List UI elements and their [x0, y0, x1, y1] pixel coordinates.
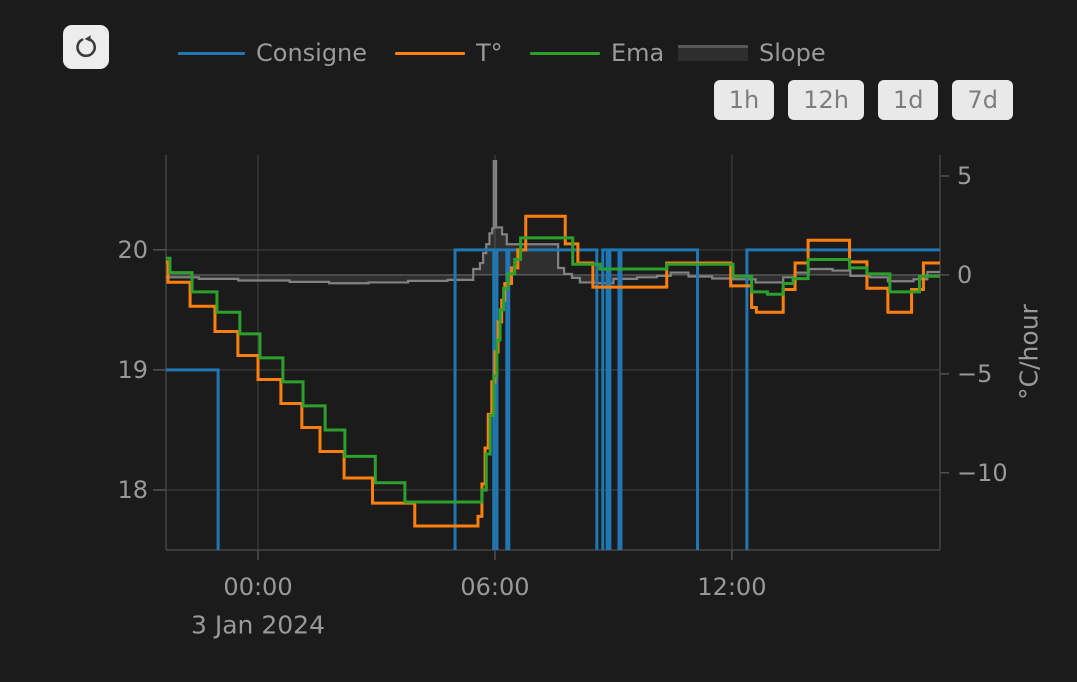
svg-text:12:00: 12:00	[697, 573, 766, 601]
legend: Consigne T° Ema Slope	[0, 38, 1077, 68]
legend-label: Consigne	[256, 39, 367, 67]
slope-area-swatch	[678, 45, 748, 61]
temperature-line-swatch	[395, 52, 465, 55]
svg-text:−10: −10	[957, 459, 1008, 487]
range-button-7d[interactable]: 7d	[952, 80, 1013, 120]
range-button-12h[interactable]: 12h	[788, 80, 864, 120]
time-range-selector: 1h 12h 1d 7d	[714, 80, 1013, 120]
consigne-line-swatch	[178, 52, 245, 55]
svg-text:06:00: 06:00	[460, 573, 529, 601]
ema-line-swatch	[530, 52, 600, 55]
svg-text:20: 20	[117, 236, 148, 264]
svg-text:−5: −5	[957, 360, 992, 388]
legend-label: Slope	[759, 39, 826, 67]
svg-text:3 Jan 2024: 3 Jan 2024	[191, 611, 325, 640]
svg-text:5: 5	[957, 162, 972, 190]
legend-label: Ema	[611, 39, 664, 67]
legend-item-ema[interactable]: Ema	[530, 38, 664, 68]
range-button-1d[interactable]: 1d	[878, 80, 939, 120]
legend-label: T°	[476, 39, 503, 67]
svg-text:°C/hour: °C/hour	[1015, 303, 1044, 399]
thermostat-chart-page: 00:00 06:00 12:00 20 19 18 5 0 −5 −10 3 Jan 2024 °C…	[0, 0, 1077, 682]
svg-text:00:00: 00:00	[223, 573, 292, 601]
legend-item-temperature[interactable]: T°	[395, 38, 503, 68]
svg-text:0: 0	[957, 261, 972, 289]
svg-text:19: 19	[117, 356, 148, 384]
svg-text:18: 18	[117, 476, 148, 504]
legend-item-consigne[interactable]: Consigne	[178, 38, 367, 68]
legend-item-slope[interactable]: Slope	[678, 38, 826, 68]
range-button-1h[interactable]: 1h	[714, 80, 774, 120]
